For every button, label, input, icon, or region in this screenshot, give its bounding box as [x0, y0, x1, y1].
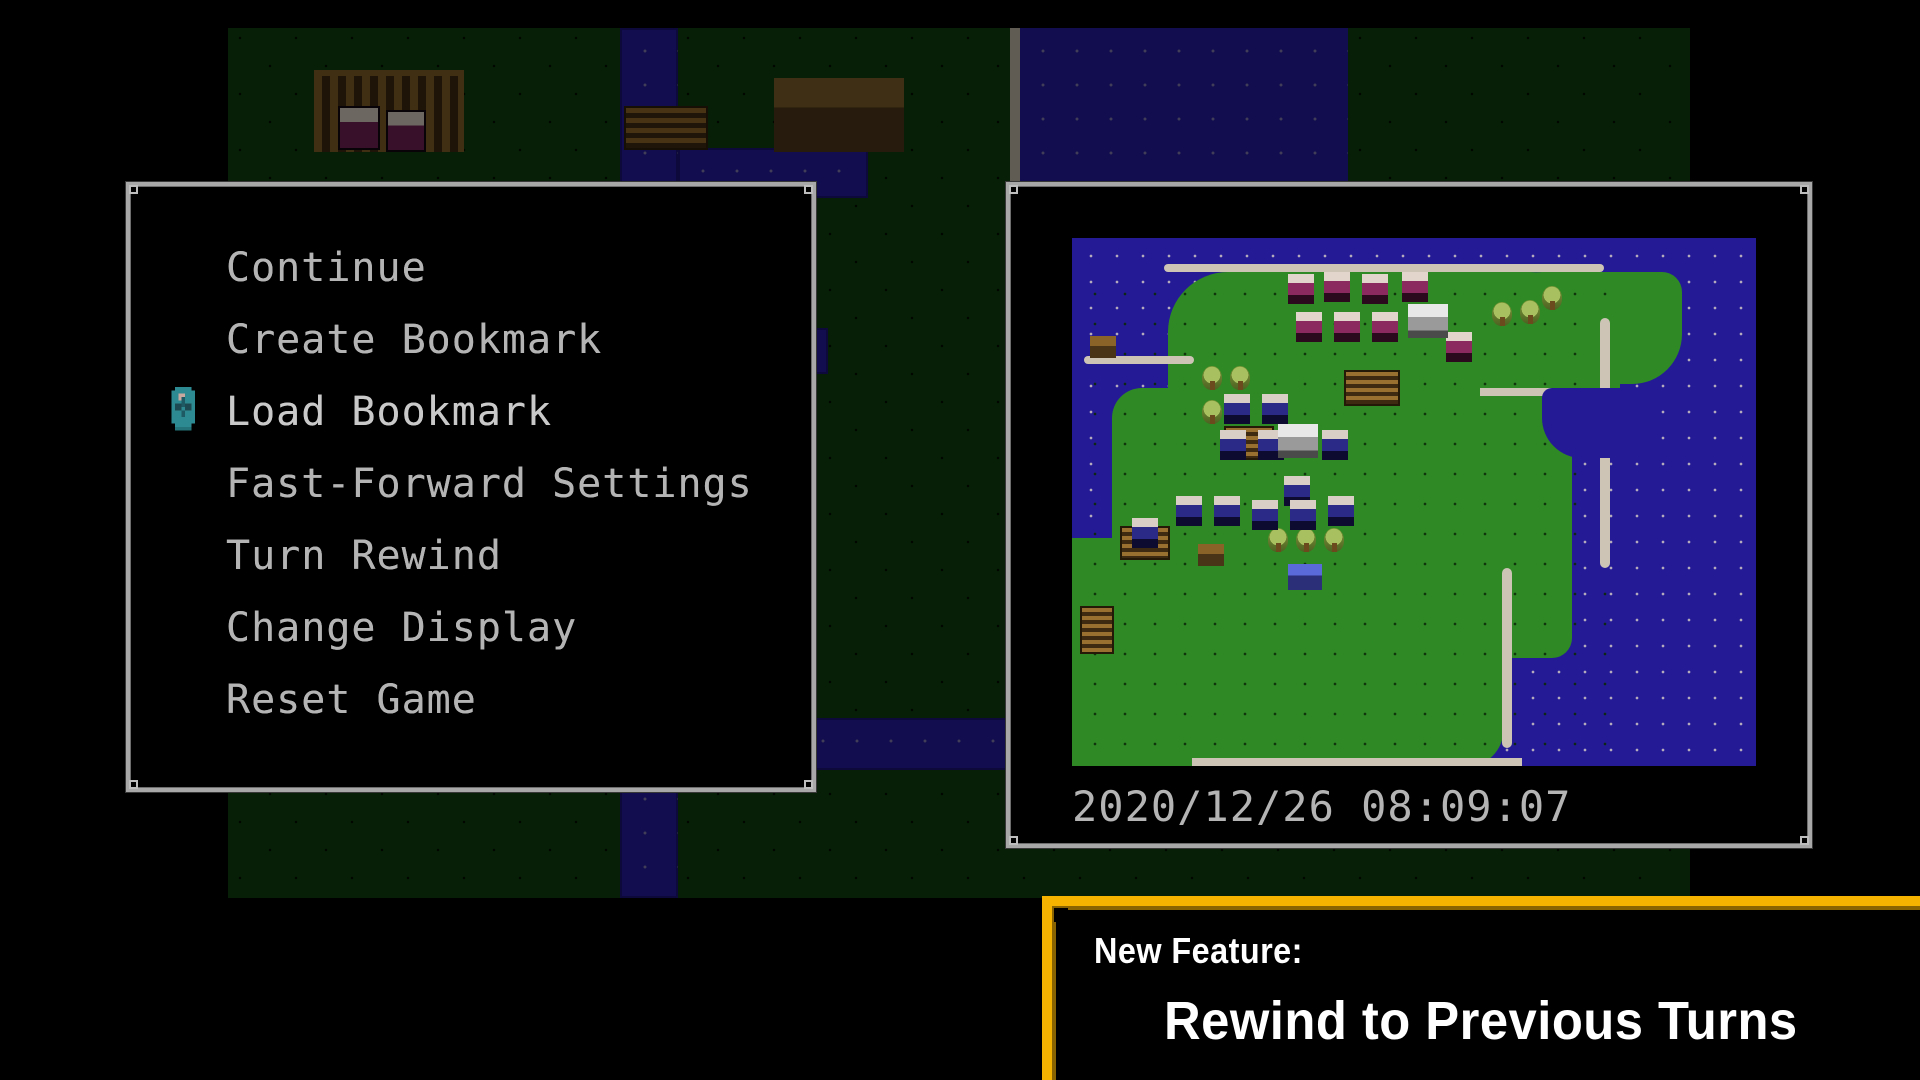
menu-item-label: Reset Game — [226, 677, 477, 723]
menu-item-label: Create Bookmark — [226, 317, 603, 363]
mountain — [1078, 668, 1112, 698]
shoreline — [1164, 264, 1604, 272]
enemy-unit — [1334, 312, 1360, 342]
bookmark-preview-window: 2020/12/26 08:09:07 — [1006, 182, 1812, 848]
player-unit — [1322, 430, 1348, 460]
menu-list: Continue Create Bookmark Load Bookmark F… — [130, 186, 812, 736]
menu-item-turn-rewind[interactable]: Turn Rewind — [130, 520, 812, 592]
bridge — [1344, 370, 1400, 406]
window-corner-icon — [1009, 836, 1018, 845]
tree — [1202, 400, 1222, 424]
window-corner-icon — [1800, 836, 1809, 845]
commander-unit — [1278, 424, 1318, 458]
tree — [1296, 528, 1316, 552]
village — [1090, 336, 1116, 358]
tree — [1520, 300, 1540, 324]
player-unit — [1328, 496, 1354, 526]
menu-item-continue[interactable]: Continue — [130, 232, 812, 304]
tree — [1324, 528, 1344, 552]
screen-root: Continue Create Bookmark Load Bookmark F… — [0, 0, 1920, 1080]
shoreline — [1502, 568, 1512, 748]
menu-item-change-display[interactable]: Change Display — [130, 592, 812, 664]
enemy-unit — [1296, 312, 1322, 342]
menu-item-label: Turn Rewind — [226, 533, 502, 579]
window-corner-icon — [129, 780, 138, 789]
main-menu-window: Continue Create Bookmark Load Bookmark F… — [126, 182, 816, 792]
player-unit — [1214, 496, 1240, 526]
tree — [1268, 528, 1288, 552]
menu-item-label: Change Display — [226, 605, 578, 651]
banner-kicker-text: New Feature: — [1094, 930, 1303, 971]
menu-item-create-bookmark[interactable]: Create Bookmark — [130, 304, 812, 376]
enemy-unit — [1402, 272, 1428, 302]
player-unit — [1220, 430, 1246, 460]
menu-item-label: Fast-Forward Settings — [226, 461, 753, 507]
tree — [1230, 366, 1250, 390]
menu-item-reset-game[interactable]: Reset Game — [130, 664, 812, 736]
shoreline — [1192, 758, 1522, 766]
player-unit — [1262, 394, 1288, 424]
menu-item-fast-forward-settings[interactable]: Fast-Forward Settings — [130, 448, 812, 520]
sea-inlet — [1542, 388, 1652, 458]
menu-item-load-bookmark[interactable]: Load Bookmark — [130, 376, 812, 448]
window-corner-icon — [804, 780, 813, 789]
objective-marker — [1288, 564, 1322, 590]
player-unit — [1224, 394, 1250, 424]
window-corner-icon — [1800, 185, 1809, 194]
window-corner-icon — [1009, 185, 1018, 194]
player-unit — [1132, 518, 1158, 548]
menu-item-label: Load Bookmark — [226, 389, 553, 435]
tree — [1542, 286, 1562, 310]
enemy-unit — [1362, 274, 1388, 304]
player-unit — [1290, 500, 1316, 530]
window-corner-icon — [804, 185, 813, 194]
window-corner-icon — [129, 185, 138, 194]
tree — [1492, 302, 1512, 326]
enemy-unit — [1372, 312, 1398, 342]
new-feature-banner: New Feature: Rewind to Previous Turns — [1042, 896, 1920, 1080]
enemy-unit — [1324, 272, 1350, 302]
player-unit — [1176, 496, 1202, 526]
enemy-unit — [1446, 332, 1472, 362]
player-hero-unit — [1408, 304, 1448, 338]
player-unit — [1252, 500, 1278, 530]
pixel-character-cursor-icon — [171, 387, 195, 431]
banner-title-text: Rewind to Previous Turns — [1164, 991, 1798, 1051]
enemy-unit — [1288, 274, 1314, 304]
tree — [1202, 366, 1222, 390]
menu-item-label: Continue — [226, 245, 427, 291]
bookmark-timestamp: 2020/12/26 08:09:07 — [1072, 782, 1572, 831]
banner-corner-notch-icon — [1054, 908, 1068, 922]
mountain — [1112, 680, 1146, 710]
village — [1198, 544, 1224, 566]
map-thumbnail[interactable] — [1072, 238, 1756, 766]
bridge — [1080, 606, 1114, 654]
